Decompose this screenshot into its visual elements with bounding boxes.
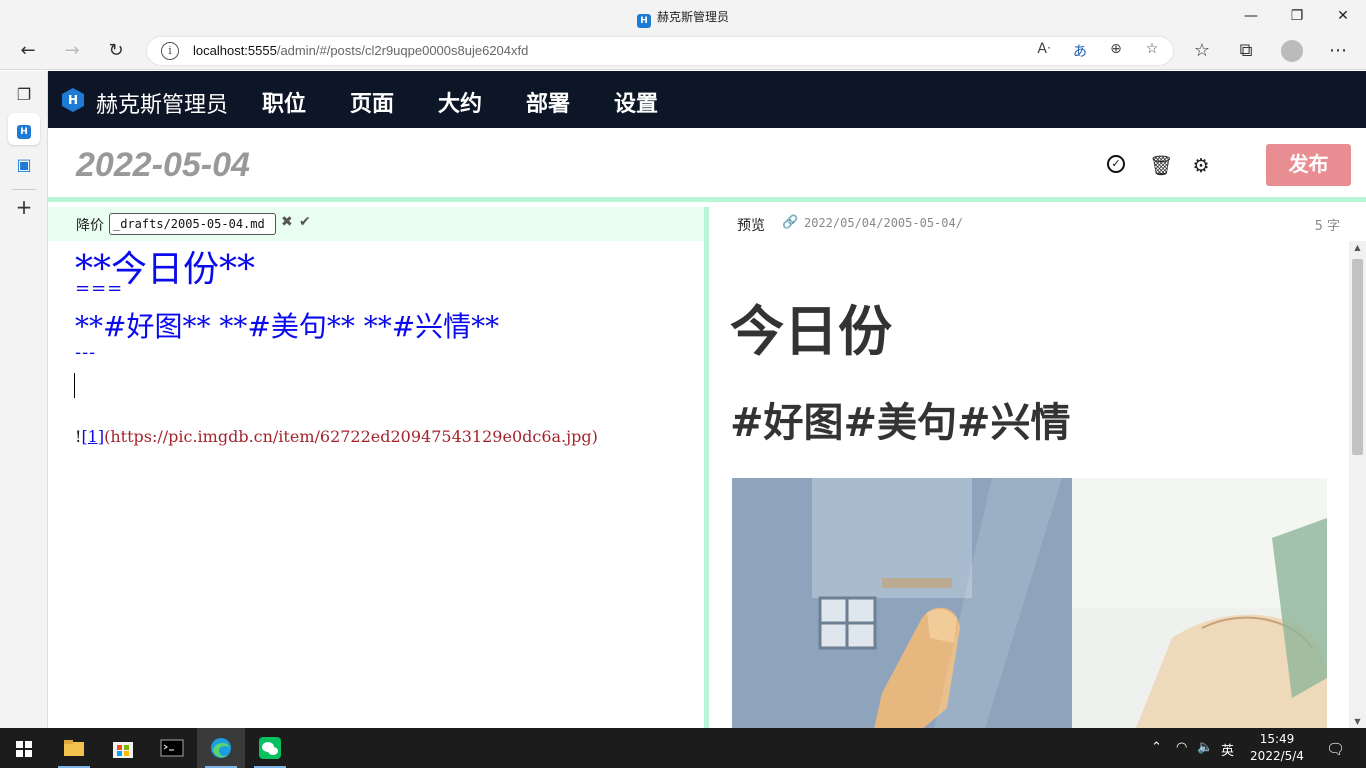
- window-title: H 赫克斯管理员: [0, 8, 1366, 28]
- preview-heading-1: 今日份: [730, 300, 892, 363]
- address-bar[interactable]: i localhost:5555/admin/#/posts/cl2r9uqpe…: [146, 36, 1174, 66]
- sidebar-divider: [12, 189, 36, 190]
- file-explorer-icon[interactable]: [50, 728, 98, 768]
- cancel-rename-icon[interactable]: ✖: [281, 214, 293, 230]
- md-line-image[interactable]: ![1](https://pic.imgdb.cn/item/62722ed20…: [75, 427, 598, 446]
- system-clock[interactable]: 15:49 2022/5/4: [1244, 731, 1310, 765]
- md-line-h2[interactable]: **#好图** **#美句** **#兴情**: [75, 305, 499, 345]
- editor-header: 降价 ✖ ✔: [48, 207, 704, 241]
- preview-heading-2: #好图#美句#兴情: [730, 400, 1071, 446]
- confirm-rename-icon[interactable]: ✔: [299, 214, 311, 230]
- md-image-url: (https://pic.imgdb.cn/item/62722ed209475…: [104, 427, 598, 446]
- markdown-editor[interactable]: 降价 ✖ ✔ **今日份** === **#好图** **#美句** **#兴情…: [48, 207, 704, 728]
- tray-chevron-icon[interactable]: ⌃: [1151, 740, 1162, 755]
- publish-button[interactable]: 发布: [1266, 144, 1351, 186]
- notification-icon[interactable]: 🗨: [1326, 740, 1345, 758]
- store-icon[interactable]: [99, 728, 147, 768]
- text-cursor: [74, 373, 75, 398]
- favorites-icon[interactable]: ☆: [1186, 36, 1218, 66]
- start-button[interactable]: [0, 728, 48, 768]
- read-aloud-icon[interactable]: Aᐧ: [1033, 41, 1055, 57]
- clock-time: 15:49: [1259, 732, 1295, 746]
- sidebar-image-icon[interactable]: ▣: [8, 149, 40, 181]
- window-title-text: 赫克斯管理员: [656, 10, 729, 24]
- edge-browser-icon[interactable]: [197, 728, 245, 768]
- link-icon: 🔗: [782, 215, 799, 230]
- nav-settings[interactable]: 设置: [614, 86, 658, 118]
- url-host: localhost:5555: [193, 43, 277, 58]
- nav-deploy[interactable]: 部署: [526, 86, 570, 118]
- preview-scrollbar[interactable]: ▲ ▼: [1349, 241, 1366, 728]
- url-path: /admin/#/posts/cl2r9uqpe0000s8uje6204xfd: [276, 43, 529, 58]
- minimize-button[interactable]: —: [1228, 0, 1274, 32]
- browser-title-bar: H 赫克斯管理员 — ❐ ✕: [0, 0, 1366, 32]
- ime-indicator[interactable]: 英: [1221, 740, 1234, 759]
- nav-about[interactable]: 大约: [438, 86, 482, 118]
- clock-date: 2022/5/4: [1250, 749, 1304, 763]
- gear-icon[interactable]: ⚙: [1189, 154, 1213, 178]
- forward-button[interactable]: →: [56, 36, 88, 66]
- check-circle-icon[interactable]: ✓: [1107, 155, 1125, 173]
- sidebar-app-hexo-icon[interactable]: H: [8, 113, 40, 145]
- nav-pages[interactable]: 页面: [350, 86, 394, 118]
- post-title-input[interactable]: 2022-05-04: [76, 146, 250, 185]
- back-button[interactable]: ←: [12, 36, 44, 66]
- editor-label: 降价: [76, 218, 104, 234]
- site-favicon-icon: H: [636, 14, 651, 28]
- preview-header: 预览 🔗 2022/05/04/2005-05-04/ 5 字: [709, 207, 1366, 241]
- browser-toolbar: ← → ↻ i localhost:5555/admin/#/posts/cl2…: [0, 32, 1366, 70]
- md-image-ref: [1]: [81, 427, 105, 446]
- profile-avatar[interactable]: [1276, 36, 1308, 66]
- restore-button[interactable]: ❐: [1274, 0, 1320, 32]
- scroll-down-arrow-icon[interactable]: ▼: [1349, 717, 1366, 726]
- windows-taskbar: ⌃ ◠ 🔈 英 15:49 2022/5/4 🗨: [0, 728, 1366, 768]
- word-count: 5 字: [1314, 219, 1340, 234]
- site-info-icon[interactable]: i: [161, 42, 179, 60]
- tab-actions-icon[interactable]: ❐: [8, 79, 40, 111]
- translate-icon[interactable]: あ: [1069, 41, 1091, 61]
- sidebar-add-icon[interactable]: +: [8, 191, 40, 223]
- preview-label: 预览: [737, 218, 765, 234]
- file-path-input[interactable]: [109, 213, 276, 235]
- app-brand[interactable]: 赫克斯管理员: [96, 87, 228, 119]
- wechat-icon[interactable]: [246, 728, 294, 768]
- hexo-logo-icon[interactable]: H: [62, 88, 84, 112]
- close-window-button[interactable]: ✕: [1320, 0, 1366, 32]
- preview-image: [732, 478, 1327, 728]
- app-navbar: H 赫克斯管理员 职位 页面 大约 部署 设置: [48, 71, 1366, 128]
- post-header: 2022-05-04 ✓ 🗑 ⚙ 发布: [48, 128, 1366, 202]
- zoom-icon[interactable]: ⊕: [1105, 41, 1127, 57]
- refresh-button[interactable]: ↻: [100, 36, 132, 66]
- scroll-up-arrow-icon[interactable]: ▲: [1349, 243, 1366, 252]
- url-text[interactable]: localhost:5555/admin/#/posts/cl2r9uqpe00…: [193, 43, 528, 58]
- collections-icon[interactable]: ⧉: [1230, 36, 1262, 66]
- volume-icon[interactable]: 🔈: [1197, 740, 1213, 755]
- browser-sidebar: ❐ H ▣ +: [0, 71, 48, 728]
- network-icon[interactable]: ◠: [1176, 740, 1187, 755]
- terminal-icon[interactable]: [148, 728, 196, 768]
- md-line-underline-1[interactable]: ===: [75, 278, 123, 299]
- more-menu-icon[interactable]: ⋯: [1322, 36, 1354, 66]
- md-line-underline-2[interactable]: ---: [75, 342, 96, 363]
- nav-posts[interactable]: 职位: [262, 86, 306, 118]
- scrollbar-thumb[interactable]: [1352, 259, 1363, 455]
- trash-icon[interactable]: 🗑: [1149, 154, 1173, 178]
- add-favorite-icon[interactable]: ☆: [1141, 41, 1163, 57]
- permalink[interactable]: 2022/05/04/2005-05-04/: [804, 216, 963, 230]
- preview-pane: 预览 🔗 2022/05/04/2005-05-04/ 5 字 今日份 #好图#…: [709, 207, 1366, 728]
